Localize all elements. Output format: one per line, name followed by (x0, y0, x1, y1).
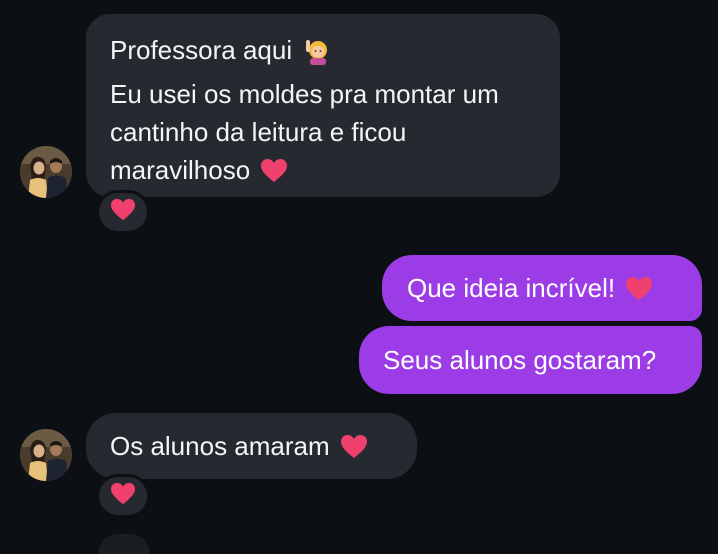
avatar[interactable] (20, 146, 72, 198)
reaction-badge[interactable] (96, 190, 150, 234)
outgoing-message-bubble[interactable]: Que ideia incrível! (382, 255, 702, 321)
incoming-message-bubble[interactable]: Professora aqui Eu usei os moldes pra mo… (86, 14, 560, 197)
avatar[interactable] (20, 429, 72, 481)
message-line: Eu usei os moldes pra montar um (110, 79, 499, 109)
next-message-partial (98, 534, 150, 554)
heart-emoji-icon (625, 274, 653, 312)
outgoing-message-bubble[interactable]: Seus alunos gostaram? (359, 326, 702, 394)
heart-emoji-icon (110, 482, 136, 511)
message-text: Professora aqui (110, 35, 293, 65)
heart-emoji-icon (110, 198, 136, 227)
reaction-badge[interactable] (96, 474, 150, 518)
message-line: Professora aqui (110, 31, 536, 75)
message-line: cantinho da leitura e ficou (110, 117, 407, 147)
woman-raising-hand-emoji-icon (304, 37, 332, 75)
message-text: maravilhoso (110, 155, 251, 185)
message-text: Que ideia incrível! (407, 273, 616, 303)
incoming-message-bubble[interactable]: Os alunos amaram (86, 413, 417, 479)
message-text: Seus alunos gostaram? (383, 345, 657, 375)
heart-emoji-icon (260, 156, 288, 194)
message-text: Os alunos amaram (110, 431, 330, 461)
heart-emoji-icon (340, 432, 368, 470)
message-line: maravilhoso (110, 151, 536, 194)
